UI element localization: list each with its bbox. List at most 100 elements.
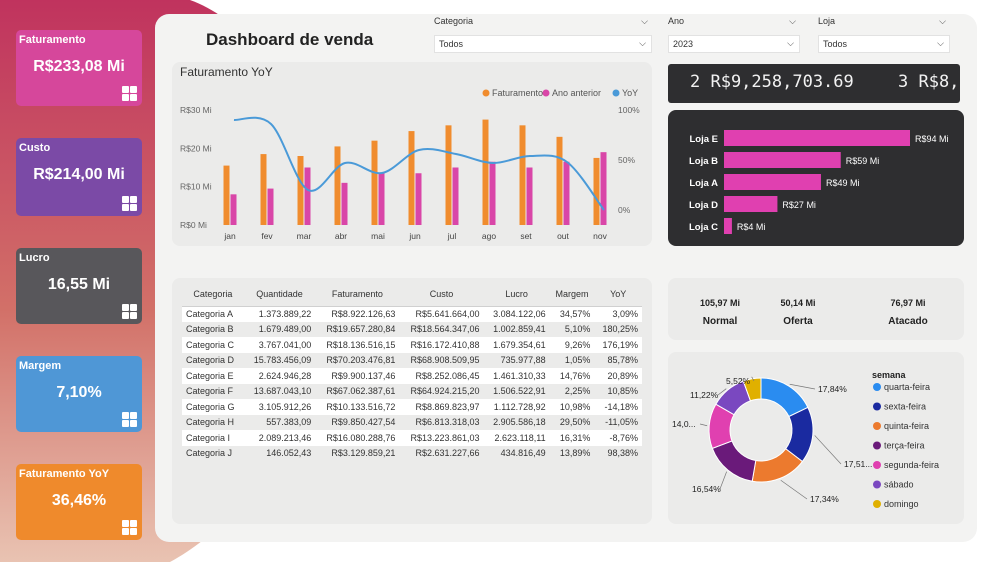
table-cell: -8,76% xyxy=(594,430,642,446)
table-cell: R$10.133.516,72 xyxy=(315,399,400,415)
chevron-down-icon[interactable]: ⌵ xyxy=(939,16,946,27)
table-cell: R$19.657.280,84 xyxy=(326,324,396,335)
grid-icon[interactable] xyxy=(122,86,137,101)
legend-label: quinta-feira xyxy=(884,421,929,431)
ano-filter[interactable]: Ano ⌵ 2023 ⌵ xyxy=(668,16,800,53)
bar-ano-anterior xyxy=(526,167,533,225)
legend-label: sábado xyxy=(884,480,914,490)
kpi-title: Faturamento YoY xyxy=(19,468,110,480)
categoria-filter[interactable]: Categoria ⌵ Todos ⌵ xyxy=(434,16,652,53)
table-cell: 13.687.043,10 xyxy=(253,386,312,397)
bar-ano-anterior xyxy=(230,194,237,225)
loja-select[interactable]: Todos ⌵ xyxy=(818,35,950,53)
bar-faturamento xyxy=(556,136,563,225)
table-row[interactable]: Categoria F 13.687.043,10 R$67.062.387,61 R… xyxy=(182,384,642,400)
table-row[interactable]: Categoria G 3.105.912,26 R$10.133.516,72 R$… xyxy=(182,399,642,415)
table-row[interactable]: Categoria C 3.767.041,00 R$18.136.516,15 R$… xyxy=(182,337,642,353)
chevron-down-icon: ⌵ xyxy=(639,38,646,48)
segment-value: 50,14 Mi xyxy=(780,298,816,308)
table-cell: R$3.129.859,21 xyxy=(331,448,396,459)
table-cell: R$5.641.664,00 xyxy=(399,306,484,322)
donut-value-label: 17,34% xyxy=(810,494,839,504)
table-row[interactable]: Categoria E 2.624.946,28 R$9.900.137,46 R$8… xyxy=(182,368,642,384)
ano-value: 2023 xyxy=(673,39,694,49)
table-cell: 180,25% xyxy=(602,324,638,335)
legend-label: sexta-feira xyxy=(884,402,926,412)
categoria-select[interactable]: Todos ⌵ xyxy=(434,35,652,53)
table-cell: 176,19% xyxy=(594,337,642,353)
table-cell: Categoria I xyxy=(182,430,244,446)
bar-faturamento xyxy=(445,125,452,225)
kpi-value: R$233,08 Mi xyxy=(33,58,125,75)
table-cell: 3.105.912,26 xyxy=(243,399,316,415)
table-cell: 2,25% xyxy=(564,386,591,397)
table-row[interactable]: Categoria J 146.052,43 R$3.129.859,21 R$2.6… xyxy=(182,446,642,462)
chevron-down-icon[interactable]: ⌵ xyxy=(789,16,796,27)
semana-donut-chart: 17,84% 17,51... 17,34% 16,54% 14,0... 11,22% 5… xyxy=(672,370,939,509)
x-tick-label: ago xyxy=(482,231,496,241)
categoria-value: Todos xyxy=(439,39,464,49)
table-cell: R$18.136.516,15 xyxy=(315,337,400,353)
table-cell: Categoria F xyxy=(186,386,234,397)
loja-filter[interactable]: Loja ⌵ Todos ⌵ xyxy=(818,16,950,53)
table-header[interactable]: Margem xyxy=(549,282,595,307)
table-row[interactable]: Categoria A 1.373.889,22 R$8.922.126,63 R$5… xyxy=(182,306,642,322)
y2-tick-label: 50% xyxy=(618,155,635,165)
table-cell: R$9.900.137,46 xyxy=(315,368,400,384)
x-tick-label: jan xyxy=(223,231,236,241)
grid-icon[interactable] xyxy=(122,304,137,319)
table-cell: R$70.203.476,81 xyxy=(326,355,396,366)
bar-ano-anterior xyxy=(600,152,607,225)
y-tick-label: R$20 Mi xyxy=(180,143,212,153)
table-row[interactable]: Categoria I 2.089.213,46 R$16.080.288,76 R$… xyxy=(182,430,642,446)
table-cell: 29,50% xyxy=(559,417,591,428)
x-tick-label: abr xyxy=(335,231,347,241)
x-tick-label: set xyxy=(520,231,532,241)
kpi-title: Custo xyxy=(19,142,51,154)
table-row[interactable]: Categoria B 1.679.489,00 R$19.657.280,84 R$… xyxy=(182,322,642,338)
bar-ano-anterior xyxy=(415,173,422,225)
table-cell: R$68.908.509,95 xyxy=(410,355,480,366)
loja-bar xyxy=(724,196,778,212)
bar-faturamento xyxy=(260,154,267,225)
table-cell: 14,76% xyxy=(549,368,595,384)
donut-value-label: 17,51... xyxy=(844,459,872,469)
bar-ano-anterior xyxy=(452,167,459,225)
table-row[interactable]: Categoria D 15.783.456,09 R$70.203.476,81 R… xyxy=(182,353,642,369)
table-cell: Categoria D xyxy=(186,355,235,366)
table-cell: 2.089.213,46 xyxy=(243,430,316,446)
x-tick-label: nov xyxy=(593,231,607,241)
table-header[interactable]: Lucro xyxy=(483,282,550,307)
table-header[interactable]: Faturamento xyxy=(315,282,400,307)
grid-icon[interactable] xyxy=(122,412,137,427)
legend-label: Faturamento xyxy=(492,88,543,98)
segment-label: Normal xyxy=(702,316,738,327)
grid-icon[interactable] xyxy=(122,196,137,211)
table-cell: 2.624.946,28 xyxy=(243,368,316,384)
kpi-card-2: Lucro 16,55 Mi xyxy=(16,248,142,324)
donut-value-label: 16,54% xyxy=(692,484,721,494)
table-header[interactable]: Categoria xyxy=(182,282,244,307)
semana-donut-card: 17,84% 17,51... 17,34% 16,54% 14,0... 11,22% 5… xyxy=(668,352,964,524)
table-row[interactable]: Categoria H 557.383,09 R$9.850.427,54 R$6.8… xyxy=(182,415,642,431)
kpi-value: 16,55 Mi xyxy=(47,276,111,293)
donut-value-label: 5,52% xyxy=(726,376,751,386)
faturamento-yoy-chart: Faturamento YoY Faturamento Ano anterior Yo… xyxy=(180,65,640,241)
bar-ano-anterior xyxy=(304,167,311,225)
donut-value-label: 14,0... xyxy=(672,419,696,429)
table-header[interactable]: YoY xyxy=(594,282,642,307)
chevron-down-icon: ⌵ xyxy=(787,38,794,48)
grid-icon[interactable] xyxy=(122,520,137,535)
x-tick-label: fev xyxy=(261,231,273,241)
legend-marker xyxy=(873,383,881,391)
table-header[interactable]: Quantidade xyxy=(243,282,316,307)
loja-label: Loja B xyxy=(689,156,718,167)
chevron-down-icon[interactable]: ⌵ xyxy=(641,16,648,27)
donut-value-label: 11,22% xyxy=(690,390,719,400)
kpi-value: R$214,00 Mi xyxy=(33,166,125,183)
legend-title: semana xyxy=(872,370,907,380)
legend-label: terça-feira xyxy=(884,441,925,451)
table-header[interactable]: Custo xyxy=(399,282,484,307)
kpi-card-3: Margem 7,10% xyxy=(16,356,142,432)
ano-select[interactable]: 2023 ⌵ xyxy=(668,35,800,53)
